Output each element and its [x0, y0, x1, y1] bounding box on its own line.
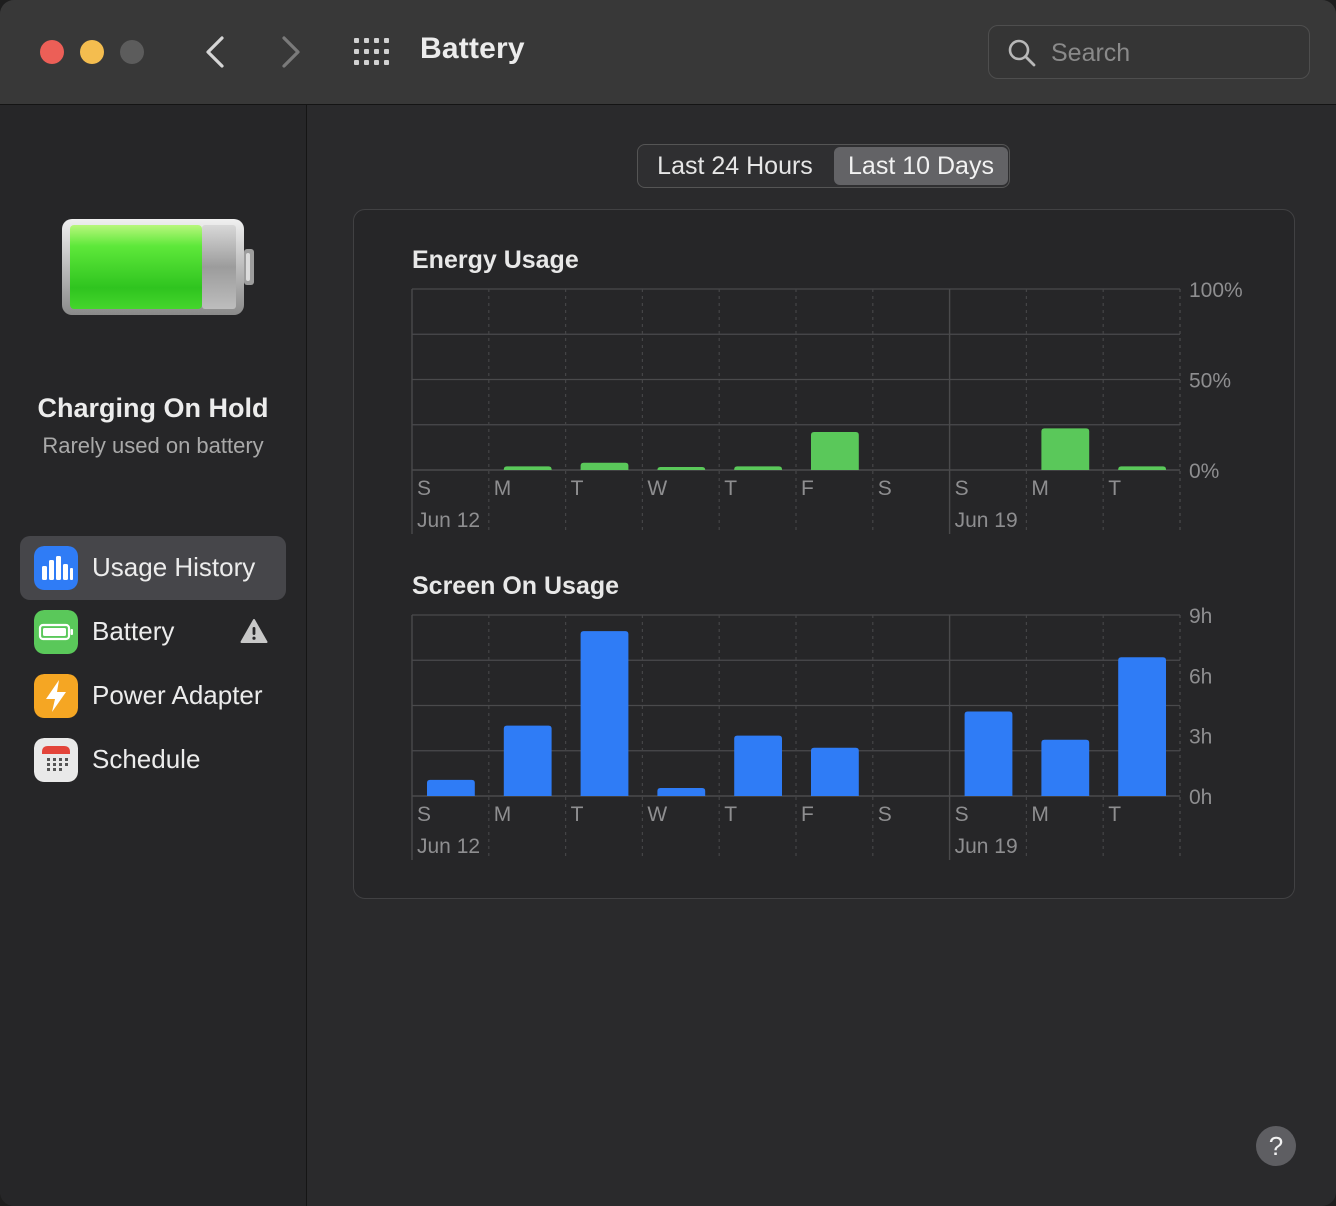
chart-bar — [1118, 657, 1166, 796]
y-tick-label: 9h — [1189, 605, 1212, 628]
x-day-label: S — [955, 803, 969, 826]
x-day-label: T — [1108, 803, 1121, 826]
chart-bar — [503, 725, 552, 796]
x-day-label: F — [801, 803, 814, 826]
x-day-label: M — [494, 803, 512, 826]
x-day-label: T — [724, 803, 737, 826]
battery-preferences-window: Battery Search Charging On Hold Rarely u… — [0, 0, 1336, 1206]
x-day-label: W — [647, 803, 667, 826]
chart-bar — [427, 779, 475, 796]
x-day-label: M — [1031, 803, 1049, 826]
y-tick-label: 3h — [1189, 726, 1212, 749]
chart-bar — [811, 747, 859, 796]
x-day-label: S — [878, 803, 892, 826]
y-tick-label: 0h — [1189, 786, 1212, 809]
chart-bar — [1041, 739, 1090, 796]
chart-bar — [964, 711, 1013, 796]
x-day-label: S — [417, 803, 431, 826]
screen-on-usage-chart: 9h 6h 3h 0h S Jun 12 M T W T F S S Jun 19 M T — [411, 605, 1212, 860]
x-date-label: Jun 12 — [417, 835, 480, 858]
y-tick-label: 6h — [1189, 665, 1212, 688]
chart-bar — [734, 735, 782, 796]
chart-bar — [657, 787, 706, 796]
x-date-label: Jun 19 — [955, 835, 1018, 858]
help-button[interactable]: ? — [1256, 1126, 1296, 1166]
chart-bar — [580, 631, 629, 796]
x-day-label: T — [571, 803, 584, 826]
